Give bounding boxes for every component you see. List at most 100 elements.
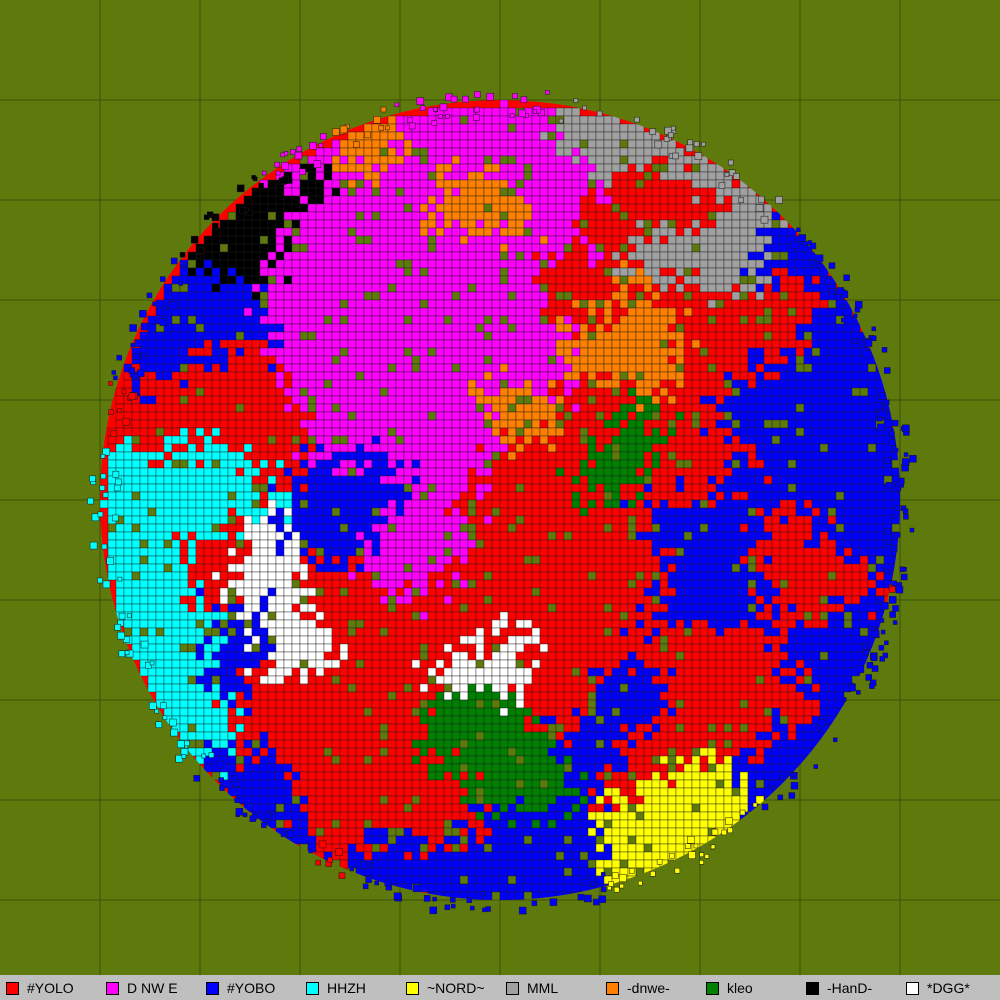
territory-cell (371, 435, 381, 445)
territory-cell (483, 483, 493, 493)
territory-cell (491, 259, 501, 269)
territory-cell (355, 411, 365, 421)
territory-cell (659, 155, 669, 165)
territory-cell (779, 443, 789, 453)
territory-cell (403, 579, 413, 589)
territory-cell (859, 475, 869, 485)
territory-cell (723, 427, 733, 437)
territory-cell (195, 363, 205, 373)
territory-cell (147, 387, 157, 397)
territory-cell (827, 299, 837, 309)
territory-cell (363, 467, 373, 477)
territory-cell (411, 131, 421, 141)
territory-cell (699, 467, 709, 477)
territory-cell (371, 339, 381, 349)
territory-cell (203, 427, 213, 437)
territory-cell (867, 491, 877, 501)
territory-cell (323, 155, 333, 165)
territory-cell (363, 155, 373, 165)
territory-cell (347, 315, 357, 325)
territory-cell (611, 403, 621, 413)
territory-cell (307, 443, 317, 453)
territory-cell (563, 475, 573, 485)
territory-cell (251, 235, 261, 245)
territory-cell (779, 291, 789, 301)
territory-cell (843, 515, 853, 525)
territory-cell (411, 331, 421, 341)
territory-cell (411, 459, 421, 469)
territory-cell (363, 355, 373, 365)
territory-cell (459, 227, 469, 237)
territory-cell (371, 411, 381, 421)
territory-cell (803, 339, 813, 349)
territory-cell (339, 419, 349, 429)
territory-cell (451, 275, 461, 285)
territory-cell (499, 579, 509, 589)
territory-cell (563, 451, 573, 461)
territory-map[interactable] (0, 0, 1000, 975)
territory-cell (187, 491, 197, 501)
territory-cell (355, 539, 365, 549)
territory-cell (411, 275, 421, 285)
territory-cell (283, 411, 293, 421)
territory-cell (659, 187, 669, 197)
territory-cell (699, 259, 709, 269)
territory-cell (275, 211, 285, 221)
territory-cell (715, 235, 725, 245)
territory-cell (531, 507, 541, 517)
territory-cell (259, 267, 269, 277)
territory-cell (259, 387, 269, 397)
territory-cell (635, 203, 645, 213)
territory-cell (419, 403, 429, 413)
territory-cell (811, 299, 821, 309)
territory-cell (363, 307, 373, 317)
territory-cell (483, 187, 493, 197)
territory-cell (419, 283, 429, 293)
territory-cell (251, 355, 261, 365)
territory-cell (443, 315, 453, 325)
territory-cell (515, 259, 525, 269)
territory-cell (395, 507, 405, 517)
territory-cell (723, 531, 733, 541)
territory-cell (187, 523, 197, 533)
territory-cell (507, 531, 517, 541)
territory-cell (451, 579, 461, 589)
territory-cell (427, 195, 437, 205)
territory-cell (283, 539, 293, 549)
territory-cell (131, 411, 141, 421)
territory-cell (363, 499, 373, 509)
territory-cell (539, 179, 549, 189)
territory-cell (307, 403, 317, 413)
territory-cell (859, 459, 869, 469)
territory-cell (227, 235, 237, 245)
territory-cell (459, 291, 469, 301)
territory-cell (579, 187, 589, 197)
territory-cell (811, 435, 821, 445)
territory-cell (179, 539, 189, 549)
territory-cell (355, 291, 365, 301)
territory-cell (451, 299, 461, 309)
territory-cell (699, 243, 709, 253)
territory-cell (715, 347, 725, 357)
territory-cell (475, 491, 485, 501)
territory-cell (139, 515, 149, 525)
territory-cell (603, 227, 613, 237)
territory-cell (491, 523, 501, 533)
territory-cell (571, 555, 581, 565)
map-canvas[interactable] (0, 0, 1000, 975)
territory-cell (875, 547, 885, 557)
territory-cell (419, 187, 429, 197)
territory-cell (203, 283, 213, 293)
territory-cell (571, 219, 581, 229)
territory-cell (699, 331, 709, 341)
territory-cell (747, 563, 757, 573)
territory-cell (603, 451, 613, 461)
territory-cell (563, 147, 573, 157)
territory-cell (691, 539, 701, 549)
territory-cell (851, 379, 861, 389)
territory-cell (219, 371, 229, 381)
territory-cell (499, 443, 509, 453)
territory-cell (499, 491, 509, 501)
territory-cell (451, 171, 461, 181)
territory-cell (795, 347, 805, 357)
